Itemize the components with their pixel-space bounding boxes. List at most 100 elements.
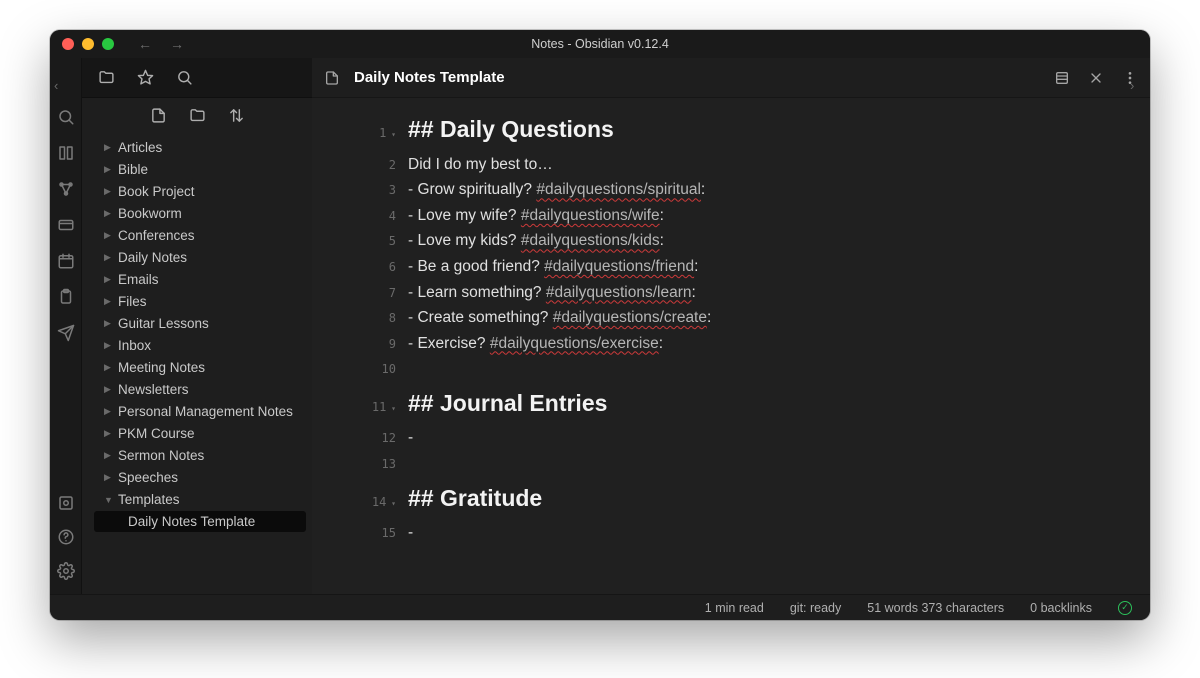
folder-item[interactable]: ▶Daily Notes <box>94 247 306 268</box>
close-window-button[interactable] <box>62 38 74 50</box>
chevron-right-icon[interactable]: ▶ <box>104 384 112 395</box>
folder-item[interactable]: ▶Files <box>94 291 306 312</box>
chevron-right-icon[interactable]: ▶ <box>104 186 112 197</box>
editor-line[interactable]: 10 <box>312 356 1150 382</box>
chevron-right-icon[interactable]: ▶ <box>104 340 112 351</box>
folder-item[interactable]: ▶Book Project <box>94 181 306 202</box>
chevron-right-icon[interactable]: ▶ <box>104 318 112 329</box>
line-content[interactable]: - Love my wife? #dailyquestions/wife: <box>408 203 664 229</box>
line-content[interactable]: - Learn something? #dailyquestions/learn… <box>408 280 696 306</box>
calendar-icon[interactable] <box>57 252 75 270</box>
settings-icon[interactable] <box>57 562 75 580</box>
editor-line[interactable]: 14## Gratitude <box>312 477 1150 521</box>
preview-toggle-icon[interactable] <box>1054 70 1070 86</box>
editor-line[interactable]: 4- Love my wife? #dailyquestions/wife: <box>312 203 1150 229</box>
folder-item[interactable]: ▶Emails <box>94 269 306 290</box>
chevron-right-icon[interactable]: ▶ <box>104 406 112 417</box>
folder-item[interactable]: ▶Inbox <box>94 335 306 356</box>
card-icon[interactable] <box>57 216 75 234</box>
vault-icon[interactable] <box>57 494 75 512</box>
chevron-right-icon[interactable]: ▶ <box>104 428 112 439</box>
chevron-down-icon[interactable]: ▼ <box>104 495 112 505</box>
collapse-left-sidebar-button[interactable]: ‹ <box>54 78 70 94</box>
line-content[interactable]: ## Journal Entries <box>408 382 607 426</box>
publish-icon[interactable] <box>57 324 75 342</box>
hashtag-link[interactable]: #dailyquestions/friend <box>544 258 694 275</box>
nav-forward-button[interactable]: → <box>170 36 184 52</box>
folder-item[interactable]: ▶Articles <box>94 137 306 158</box>
line-content[interactable] <box>408 451 412 477</box>
editor-line[interactable]: 9- Exercise? #dailyquestions/exercise: <box>312 331 1150 357</box>
editor-line[interactable]: 7- Learn something? #dailyquestions/lear… <box>312 280 1150 306</box>
line-content[interactable]: - <box>408 520 413 546</box>
library-icon[interactable] <box>57 144 75 162</box>
chevron-right-icon[interactable]: ▶ <box>104 274 112 285</box>
hashtag-link[interactable]: #dailyquestions/create <box>553 309 707 326</box>
hashtag-link[interactable]: #dailyquestions/wife <box>521 207 660 224</box>
editor-line[interactable]: 15- <box>312 520 1150 546</box>
editor-line[interactable]: 8- Create something? #dailyquestions/cre… <box>312 305 1150 331</box>
folder-item[interactable]: ▶Guitar Lessons <box>94 313 306 334</box>
folder-item[interactable]: ▶PKM Course <box>94 423 306 444</box>
folder-list[interactable]: ▶Articles▶Bible▶Book Project▶Bookworm▶Co… <box>82 132 312 594</box>
chevron-right-icon[interactable]: ▶ <box>104 472 112 483</box>
line-content[interactable]: - Love my kids? #dailyquestions/kids: <box>408 228 664 254</box>
editor-line[interactable]: 1## Daily Questions <box>312 108 1150 152</box>
search-icon[interactable] <box>57 108 75 126</box>
file-explorer-tab-icon[interactable] <box>98 69 115 86</box>
hashtag-link[interactable]: #dailyquestions/kids <box>521 232 660 249</box>
status-sync-ok-icon[interactable]: ✓ <box>1118 601 1132 615</box>
chevron-right-icon[interactable]: ▶ <box>104 296 112 307</box>
maximize-window-button[interactable] <box>102 38 114 50</box>
chevron-right-icon[interactable]: ▶ <box>104 208 112 219</box>
chevron-right-icon[interactable]: ▶ <box>104 142 112 153</box>
line-content[interactable]: ## Gratitude <box>408 477 542 521</box>
sort-icon[interactable] <box>228 107 245 124</box>
file-item-active[interactable]: Daily Notes Template <box>94 511 306 532</box>
editor-line[interactable]: 3- Grow spiritually? #dailyquestions/spi… <box>312 177 1150 203</box>
editor-line[interactable]: 2Did I do my best to… <box>312 152 1150 178</box>
line-content[interactable]: - Exercise? #dailyquestions/exercise: <box>408 331 663 357</box>
folder-item[interactable]: ▶Speeches <box>94 467 306 488</box>
editor-line[interactable]: 5- Love my kids? #dailyquestions/kids: <box>312 228 1150 254</box>
chevron-right-icon[interactable]: ▶ <box>104 450 112 461</box>
help-icon[interactable] <box>57 528 75 546</box>
editor-line[interactable]: 6- Be a good friend? #dailyquestions/fri… <box>312 254 1150 280</box>
chevron-right-icon[interactable]: ▶ <box>104 362 112 373</box>
hashtag-link[interactable]: #dailyquestions/spiritual <box>536 181 701 198</box>
line-content[interactable]: - <box>408 425 413 451</box>
editor-line[interactable]: 11## Journal Entries <box>312 382 1150 426</box>
search-tab-icon[interactable] <box>176 69 193 86</box>
folder-item[interactable]: ▶Meeting Notes <box>94 357 306 378</box>
hashtag-link[interactable]: #dailyquestions/learn <box>546 284 692 301</box>
editor-line[interactable]: 13 <box>312 451 1150 477</box>
star-tab-icon[interactable] <box>137 69 154 86</box>
hashtag-link[interactable]: #dailyquestions/exercise <box>490 335 659 352</box>
graph-view-icon[interactable] <box>57 180 75 198</box>
chevron-right-icon[interactable]: ▶ <box>104 164 112 175</box>
chevron-right-icon[interactable]: ▶ <box>104 252 112 263</box>
line-content[interactable]: - Grow spiritually? #dailyquestions/spir… <box>408 177 705 203</box>
line-content[interactable]: - Be a good friend? #dailyquestions/frie… <box>408 254 698 280</box>
collapse-right-sidebar-button[interactable]: › <box>1130 78 1146 94</box>
close-tab-icon[interactable] <box>1088 70 1104 86</box>
editor-line[interactable]: 12- <box>312 425 1150 451</box>
folder-item[interactable]: ▶Newsletters <box>94 379 306 400</box>
folder-item[interactable]: ▶Personal Management Notes <box>94 401 306 422</box>
clipboard-icon[interactable] <box>57 288 75 306</box>
folder-item[interactable]: ▶Sermon Notes <box>94 445 306 466</box>
folder-item[interactable]: ▶Conferences <box>94 225 306 246</box>
new-note-icon[interactable] <box>150 107 167 124</box>
editor-body[interactable]: 1## Daily Questions2Did I do my best to…… <box>312 98 1150 594</box>
line-content[interactable]: Did I do my best to… <box>408 152 553 178</box>
chevron-right-icon[interactable]: ▶ <box>104 230 112 241</box>
line-content[interactable]: - Create something? #dailyquestions/crea… <box>408 305 711 331</box>
folder-item[interactable]: ▶Bible <box>94 159 306 180</box>
new-folder-icon[interactable] <box>189 107 206 124</box>
minimize-window-button[interactable] <box>82 38 94 50</box>
line-content[interactable] <box>408 356 412 382</box>
line-content[interactable]: ## Daily Questions <box>408 108 614 152</box>
folder-item[interactable]: ▼Templates <box>94 489 306 510</box>
folder-item[interactable]: ▶Bookworm <box>94 203 306 224</box>
nav-back-button[interactable]: ← <box>138 36 152 52</box>
